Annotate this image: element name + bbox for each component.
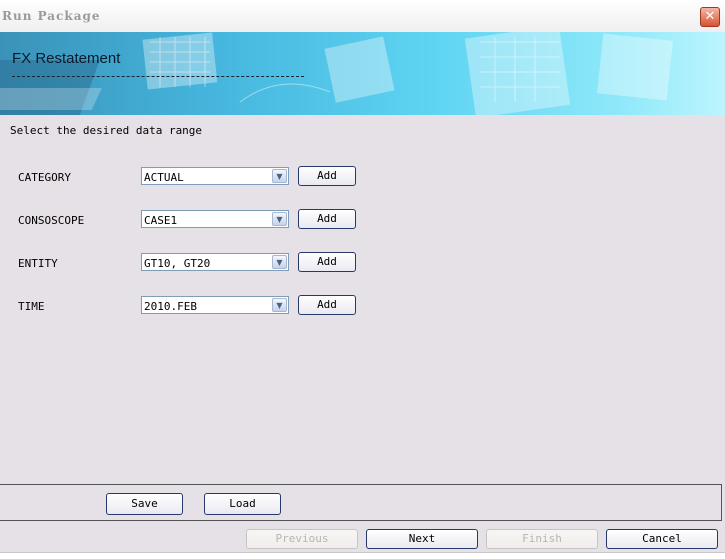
chevron-down-icon[interactable]: ▼ [272, 212, 287, 226]
chevron-down-icon[interactable]: ▼ [272, 255, 287, 269]
add-entity-button[interactable]: Add [298, 252, 356, 272]
dimension-label: ENTITY [18, 257, 58, 270]
dimension-row-entity: ENTITY GT10, GT20 ▼ Add [0, 252, 725, 274]
window-title: Run Package [2, 9, 101, 23]
dimension-label: CONSOSCOPE [18, 214, 85, 227]
next-button[interactable]: Next [366, 529, 478, 549]
dimension-row-consoscope: CONSOSCOPE CASE1 ▼ Add [0, 209, 725, 231]
load-button[interactable]: Load [204, 493, 281, 515]
close-icon[interactable]: ✕ [700, 7, 720, 27]
add-time-button[interactable]: Add [298, 295, 356, 315]
add-category-button[interactable]: Add [298, 166, 356, 186]
previous-button[interactable]: Previous [246, 529, 358, 549]
banner-divider [12, 76, 304, 77]
banner-decoration [0, 32, 673, 115]
banner-title: FX Restatement [12, 50, 121, 67]
entity-select[interactable]: GT10, GT20 ▼ [141, 253, 289, 271]
header-banner: FX Restatement [0, 32, 725, 115]
dimension-label: CATEGORY [18, 171, 71, 184]
time-select[interactable]: 2010.FEB ▼ [141, 296, 289, 314]
dimension-row-time: TIME 2010.FEB ▼ Add [0, 295, 725, 317]
category-select[interactable]: ACTUAL ▼ [141, 167, 289, 185]
dimension-row-category: CATEGORY ACTUAL ▼ Add [0, 166, 725, 188]
save-button[interactable]: Save [106, 493, 183, 515]
cancel-button[interactable]: Cancel [606, 529, 718, 549]
dimension-label: TIME [18, 300, 45, 313]
consoscope-select[interactable]: CASE1 ▼ [141, 210, 289, 228]
select-value: 2010.FEB [144, 300, 197, 313]
select-value: CASE1 [144, 214, 178, 227]
add-consoscope-button[interactable]: Add [298, 209, 356, 229]
select-value: GT10, GT20 [144, 257, 211, 270]
chevron-down-icon[interactable]: ▼ [272, 298, 287, 312]
action-panel: Save Load [0, 484, 722, 521]
instruction-text: Select the desired data range [10, 124, 203, 137]
chevron-down-icon[interactable]: ▼ [272, 169, 287, 183]
select-value: ACTUAL [144, 171, 184, 184]
window-titlebar[interactable]: Run Package ✕ [0, 0, 725, 33]
finish-button[interactable]: Finish [486, 529, 598, 549]
